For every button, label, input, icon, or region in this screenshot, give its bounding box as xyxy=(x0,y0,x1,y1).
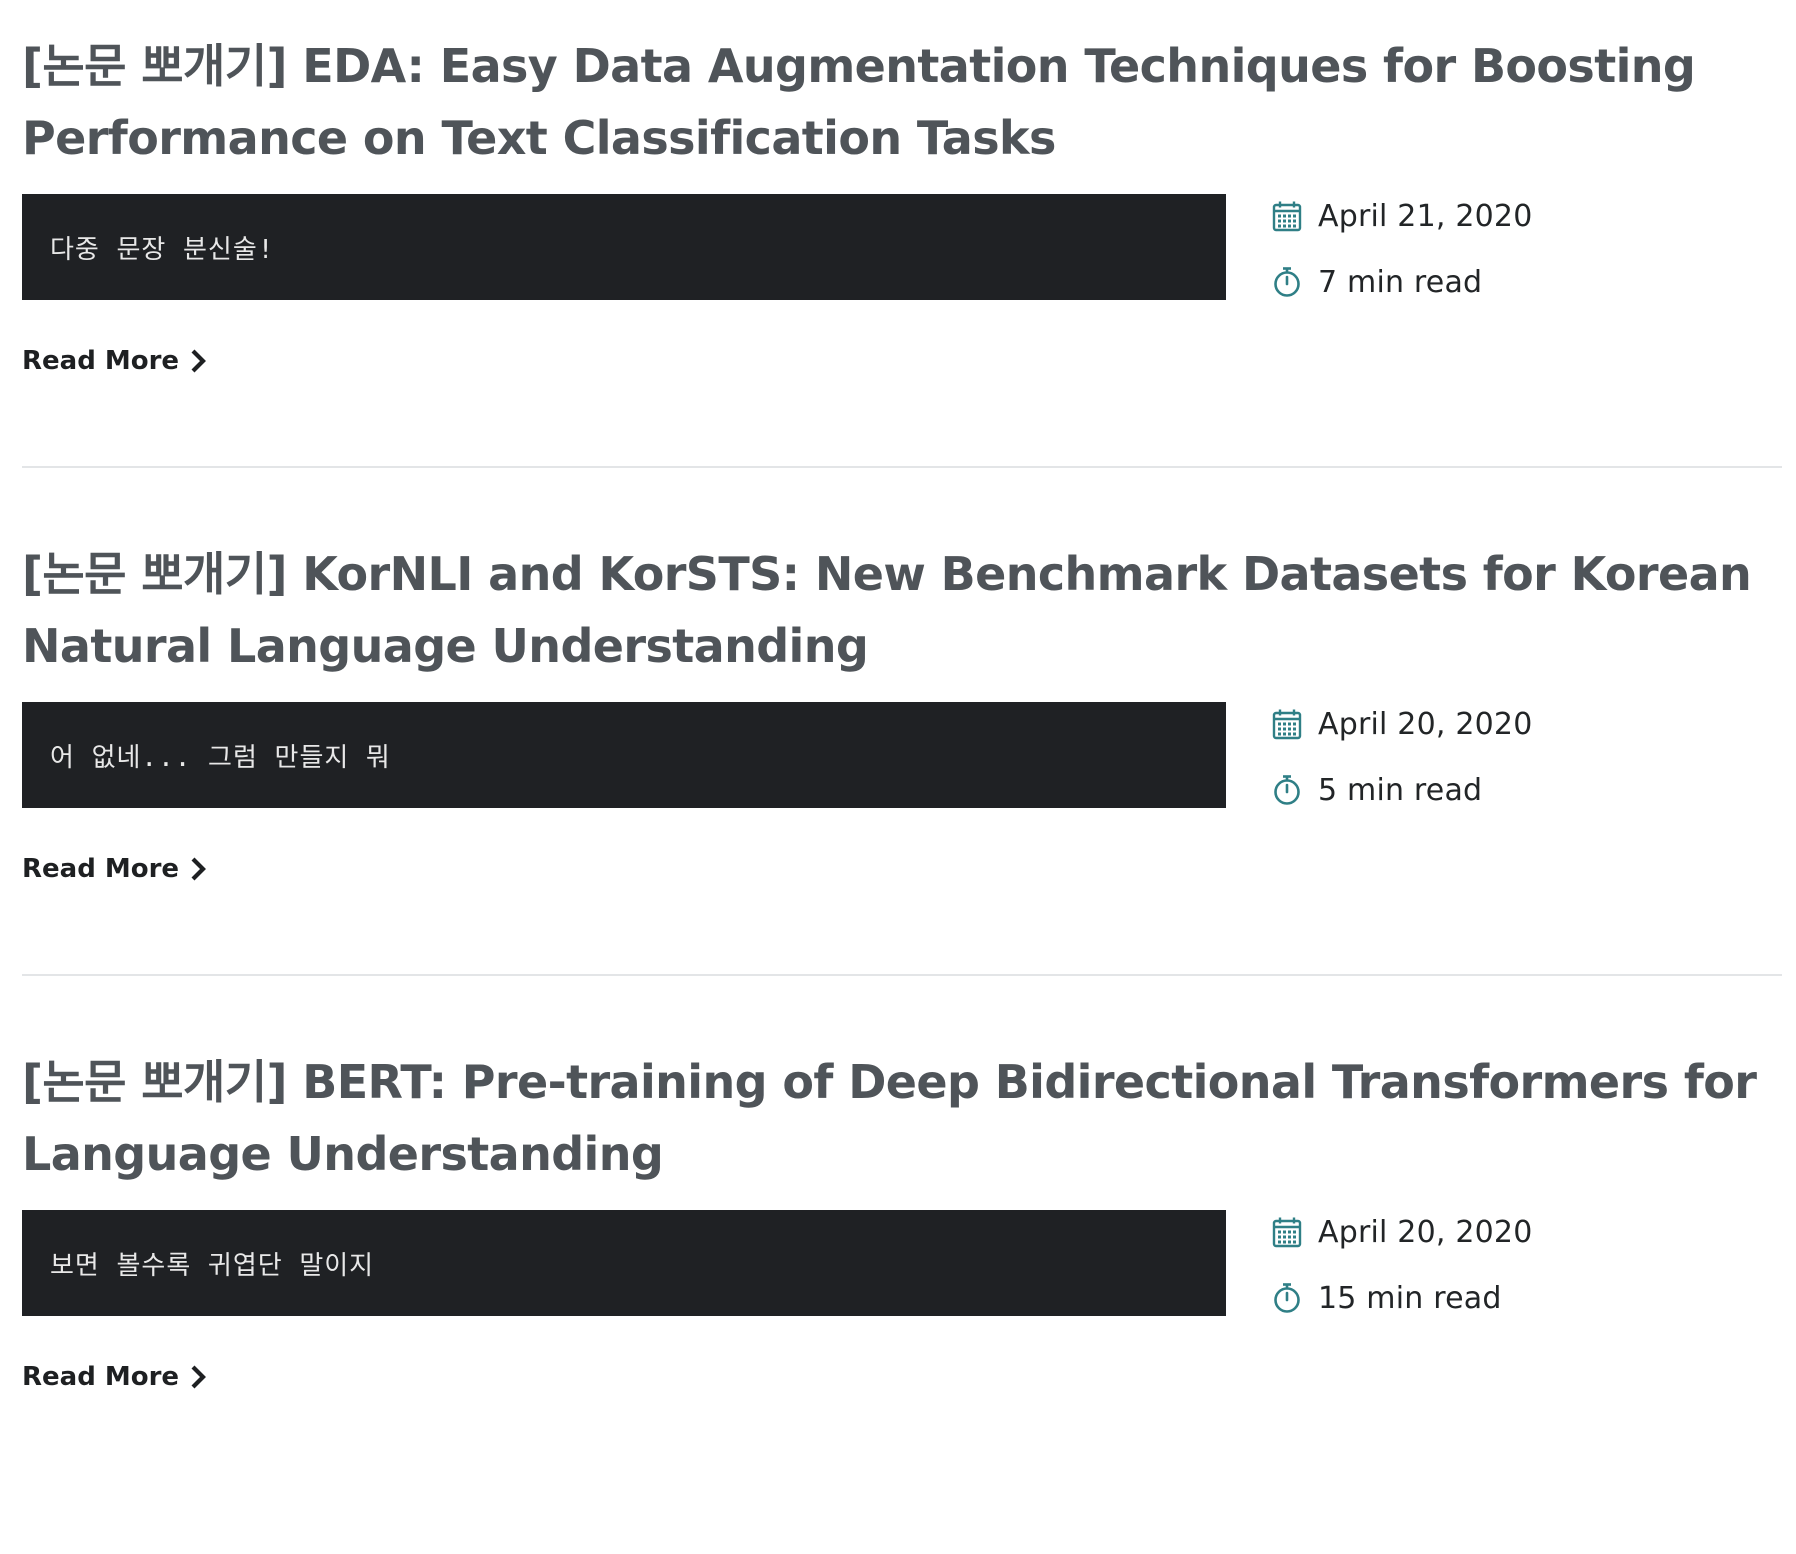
post-summary-row: 보면 볼수록 귀엽단 말이지 April 20, 2020 15 min rea… xyxy=(22,1210,1782,1316)
calendar-icon xyxy=(1270,1215,1304,1249)
post-date-text: April 20, 2020 xyxy=(1318,706,1533,742)
stopwatch-icon xyxy=(1270,1281,1304,1315)
post-meta: April 20, 2020 5 min read xyxy=(1270,702,1770,834)
calendar-icon xyxy=(1270,199,1304,233)
post-read-time: 7 min read xyxy=(1270,260,1770,304)
post-read-time-text: 15 min read xyxy=(1318,1280,1502,1316)
post-date: April 20, 2020 xyxy=(1270,1210,1770,1254)
read-more-label: Read More xyxy=(22,1362,180,1392)
post-read-time: 5 min read xyxy=(1270,768,1770,812)
read-more-label: Read More xyxy=(22,346,180,376)
read-more-link[interactable]: Read More xyxy=(22,346,207,376)
post-read-time-text: 7 min read xyxy=(1318,264,1483,300)
post-date-text: April 20, 2020 xyxy=(1318,1214,1533,1250)
read-more-link[interactable]: Read More xyxy=(22,1362,207,1392)
post-excerpt: 보면 볼수록 귀엽단 말이지 xyxy=(50,1250,375,1281)
post-date-text: April 21, 2020 xyxy=(1318,198,1533,234)
post-title-link[interactable]: [논문 뽀개기] EDA: Easy Data Augmentation Tec… xyxy=(22,30,1782,174)
post-entry: [논문 뽀개기] BERT: Pre-training of Deep Bidi… xyxy=(22,1046,1782,1554)
post-meta: April 21, 2020 7 min read xyxy=(1270,194,1770,326)
stopwatch-icon xyxy=(1270,773,1304,807)
post-excerpt-block: 다중 문장 분신술! xyxy=(22,194,1226,300)
chevron-right-icon xyxy=(189,1364,207,1390)
post-read-time: 15 min read xyxy=(1270,1276,1770,1320)
post-divider xyxy=(22,466,1782,468)
post-title-link[interactable]: [논문 뽀개기] BERT: Pre-training of Deep Bidi… xyxy=(22,1046,1782,1190)
post-date: April 21, 2020 xyxy=(1270,194,1770,238)
post-read-time-text: 5 min read xyxy=(1318,772,1483,808)
read-more-link[interactable]: Read More xyxy=(22,854,207,884)
post-divider xyxy=(22,974,1782,976)
post-entry: [논문 뽀개기] KorNLI and KorSTS: New Benchmar… xyxy=(22,538,1782,1046)
post-summary-row: 어 없네... 그럼 만들지 뭐 April 20, 2020 5 min re… xyxy=(22,702,1782,808)
post-meta: April 20, 2020 15 min read xyxy=(1270,1210,1770,1342)
post-excerpt: 어 없네... 그럼 만들지 뭐 xyxy=(50,742,391,773)
chevron-right-icon xyxy=(189,348,207,374)
post-entry: [논문 뽀개기] EDA: Easy Data Augmentation Tec… xyxy=(22,30,1782,538)
post-list: [논문 뽀개기] EDA: Easy Data Augmentation Tec… xyxy=(22,30,1782,1554)
stopwatch-icon xyxy=(1270,265,1304,299)
post-excerpt-block: 보면 볼수록 귀엽단 말이지 xyxy=(22,1210,1226,1316)
post-excerpt-block: 어 없네... 그럼 만들지 뭐 xyxy=(22,702,1226,808)
post-excerpt: 다중 문장 분신술! xyxy=(50,234,275,265)
post-date: April 20, 2020 xyxy=(1270,702,1770,746)
chevron-right-icon xyxy=(189,856,207,882)
read-more-label: Read More xyxy=(22,854,180,884)
post-summary-row: 다중 문장 분신술! April 21, 2020 7 min read xyxy=(22,194,1782,300)
calendar-icon xyxy=(1270,707,1304,741)
post-title-link[interactable]: [논문 뽀개기] KorNLI and KorSTS: New Benchmar… xyxy=(22,538,1782,682)
